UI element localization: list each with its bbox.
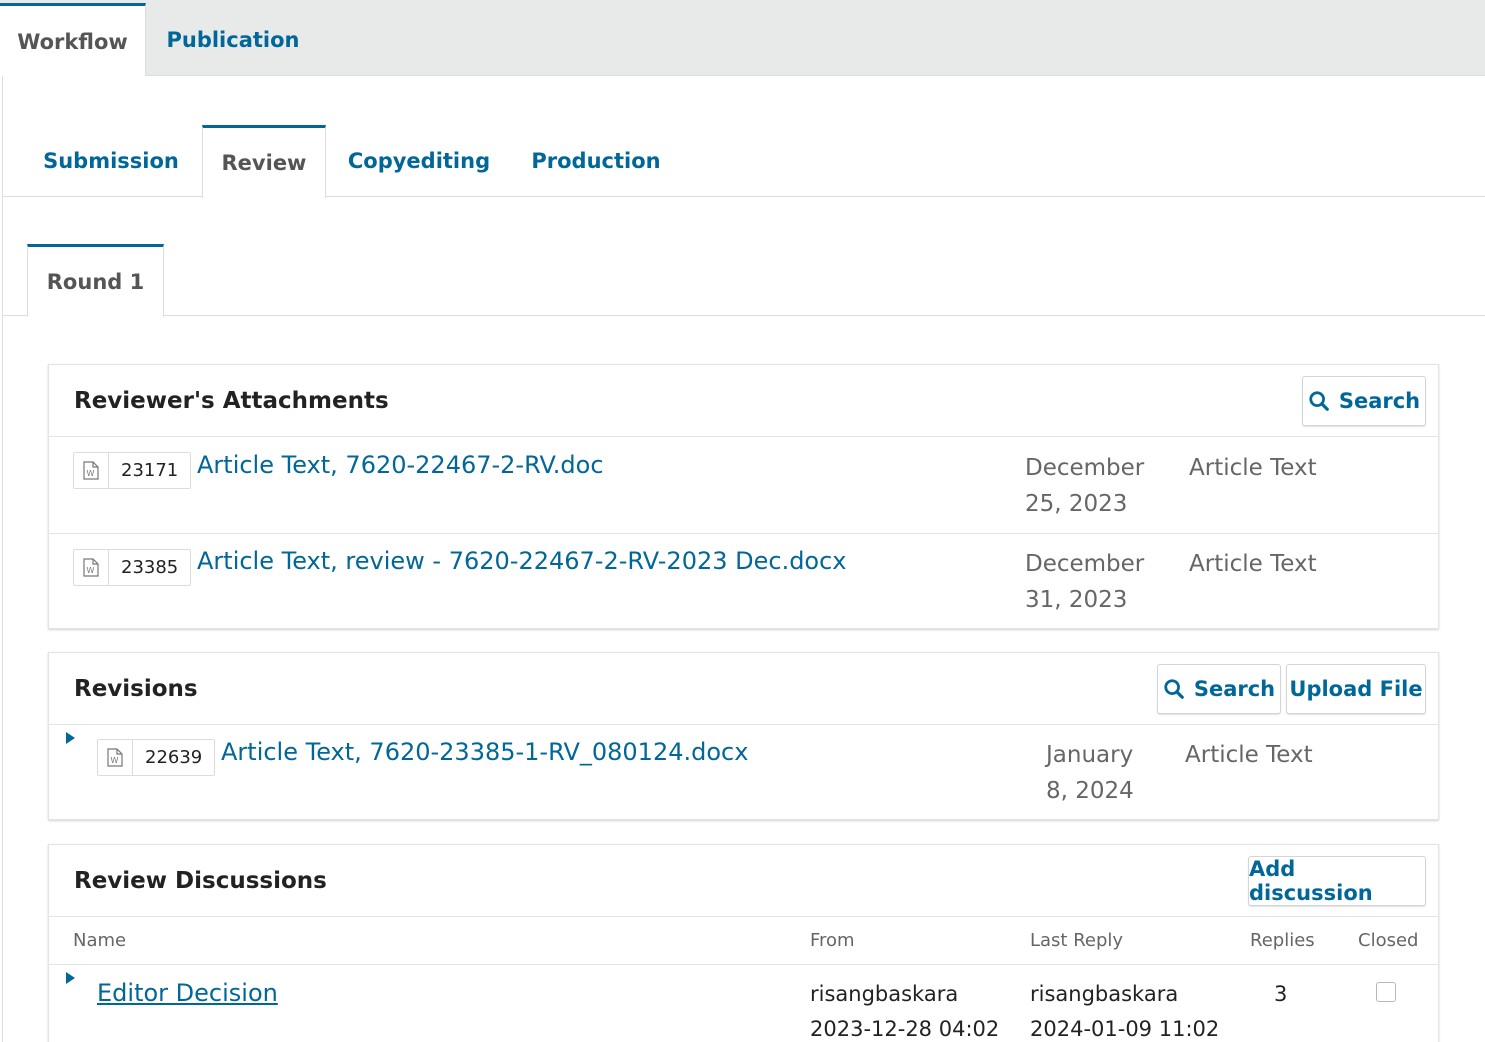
- file-id: 22639: [145, 747, 203, 768]
- top-tab-bar: Workflow Publication: [0, 0, 1485, 77]
- round-tab-bar: Round 1: [3, 244, 1485, 317]
- search-button[interactable]: Search: [1302, 376, 1426, 426]
- svg-text:W: W: [111, 756, 119, 765]
- file-row: W 23385 Article Text, review - 7620-2246…: [49, 534, 1438, 628]
- file-link[interactable]: Article Text, 7620-22467-2-RV.doc: [197, 451, 604, 479]
- file-date: January 8, 2024: [1046, 737, 1181, 809]
- panel-header: Revisions Search Upload File: [49, 653, 1438, 725]
- file-type: Article Text: [1189, 551, 1317, 577]
- column-header-name: Name: [73, 930, 127, 951]
- file-row: W 23171 Article Text, 7620-22467-2-RV.do…: [49, 437, 1438, 534]
- file-badge: W 23385: [73, 549, 192, 586]
- search-icon: [1164, 679, 1184, 699]
- tab-copyediting[interactable]: Copyediting: [333, 125, 505, 197]
- reviewer-attachments-panel: Reviewer's Attachments Search W 23171 Ar…: [48, 364, 1439, 629]
- workflow-page: Workflow Publication Submission Review C…: [0, 0, 1485, 1042]
- word-file-icon: W: [98, 740, 133, 775]
- grid-header: Name From Last Reply Replies Closed: [49, 917, 1438, 965]
- file-id: 23385: [121, 557, 179, 578]
- discussion-link[interactable]: Editor Decision: [97, 979, 278, 1007]
- stage-tab-bar: Submission Review Copyediting Production: [3, 125, 1485, 198]
- svg-text:W: W: [87, 469, 95, 478]
- upload-file-button[interactable]: Upload File: [1286, 664, 1426, 714]
- from-date: 2023-12-28 04:02: [810, 1017, 1000, 1041]
- panel-title: Reviewer's Attachments: [74, 388, 389, 414]
- search-icon: [1309, 391, 1329, 411]
- reply-date: 2024-01-09 11:02: [1030, 1017, 1220, 1041]
- file-date: December 25, 2023: [1025, 450, 1160, 522]
- closed-checkbox[interactable]: [1376, 982, 1396, 1002]
- tab-publication[interactable]: Publication: [146, 3, 320, 76]
- add-discussion-label: Add discussion: [1249, 857, 1373, 905]
- column-header-replies: Replies: [1250, 930, 1315, 951]
- word-file-icon: W: [74, 453, 109, 488]
- tab-round-1[interactable]: Round 1: [27, 244, 164, 317]
- tab-review[interactable]: Review: [202, 125, 326, 198]
- tab-submission[interactable]: Submission: [27, 125, 195, 197]
- tab-workflow[interactable]: Workflow: [0, 3, 146, 77]
- reply-user: risangbaskara: [1030, 982, 1179, 1006]
- file-id: 23171: [121, 460, 179, 481]
- panel-title: Review Discussions: [74, 868, 327, 894]
- review-discussions-panel: Review Discussions Add discussion Name F…: [48, 844, 1439, 1042]
- column-header-closed: Closed: [1358, 930, 1419, 951]
- file-date: December 31, 2023: [1025, 546, 1160, 618]
- expand-arrow-icon[interactable]: [66, 732, 75, 744]
- svg-text:W: W: [87, 566, 95, 575]
- file-badge: W 23171: [73, 452, 192, 489]
- file-type: Article Text: [1189, 455, 1317, 481]
- column-header-from: From: [810, 930, 855, 951]
- add-discussion-button[interactable]: Add discussion: [1248, 856, 1426, 906]
- revisions-panel: Revisions Search Upload File W 22639 Art…: [48, 652, 1439, 820]
- date-line: January: [1046, 742, 1134, 768]
- search-button-label: Search: [1193, 677, 1276, 701]
- date-line: 25, 2023: [1025, 491, 1128, 517]
- date-line: 8, 2024: [1046, 778, 1134, 804]
- file-type: Article Text: [1185, 742, 1313, 768]
- date-line: 31, 2023: [1025, 587, 1128, 613]
- table-row: Editor Decision risangbaskara 2023-12-28…: [49, 965, 1438, 1042]
- upload-file-label: Upload File: [1289, 677, 1423, 701]
- file-link[interactable]: Article Text, review - 7620-22467-2-RV-2…: [197, 547, 847, 575]
- column-header-last-reply: Last Reply: [1030, 930, 1124, 951]
- from-user: risangbaskara: [810, 982, 959, 1006]
- panel-title: Revisions: [74, 676, 198, 702]
- file-row: W 22639 Article Text, 7620-23385-1-RV_08…: [49, 725, 1438, 820]
- date-line: December: [1025, 455, 1145, 481]
- panel-header: Reviewer's Attachments Search: [49, 365, 1438, 437]
- replies-count: 3: [1274, 982, 1288, 1006]
- word-file-icon: W: [74, 550, 109, 585]
- search-button-label: Search: [1338, 389, 1421, 413]
- date-line: December: [1025, 551, 1145, 577]
- search-button[interactable]: Search: [1157, 664, 1281, 714]
- file-link[interactable]: Article Text, 7620-23385-1-RV_080124.doc…: [221, 738, 748, 766]
- file-badge: W 22639: [97, 739, 216, 776]
- tab-production[interactable]: Production: [514, 125, 678, 197]
- panel-header: Review Discussions Add discussion: [49, 845, 1438, 917]
- expand-arrow-icon[interactable]: [66, 972, 75, 984]
